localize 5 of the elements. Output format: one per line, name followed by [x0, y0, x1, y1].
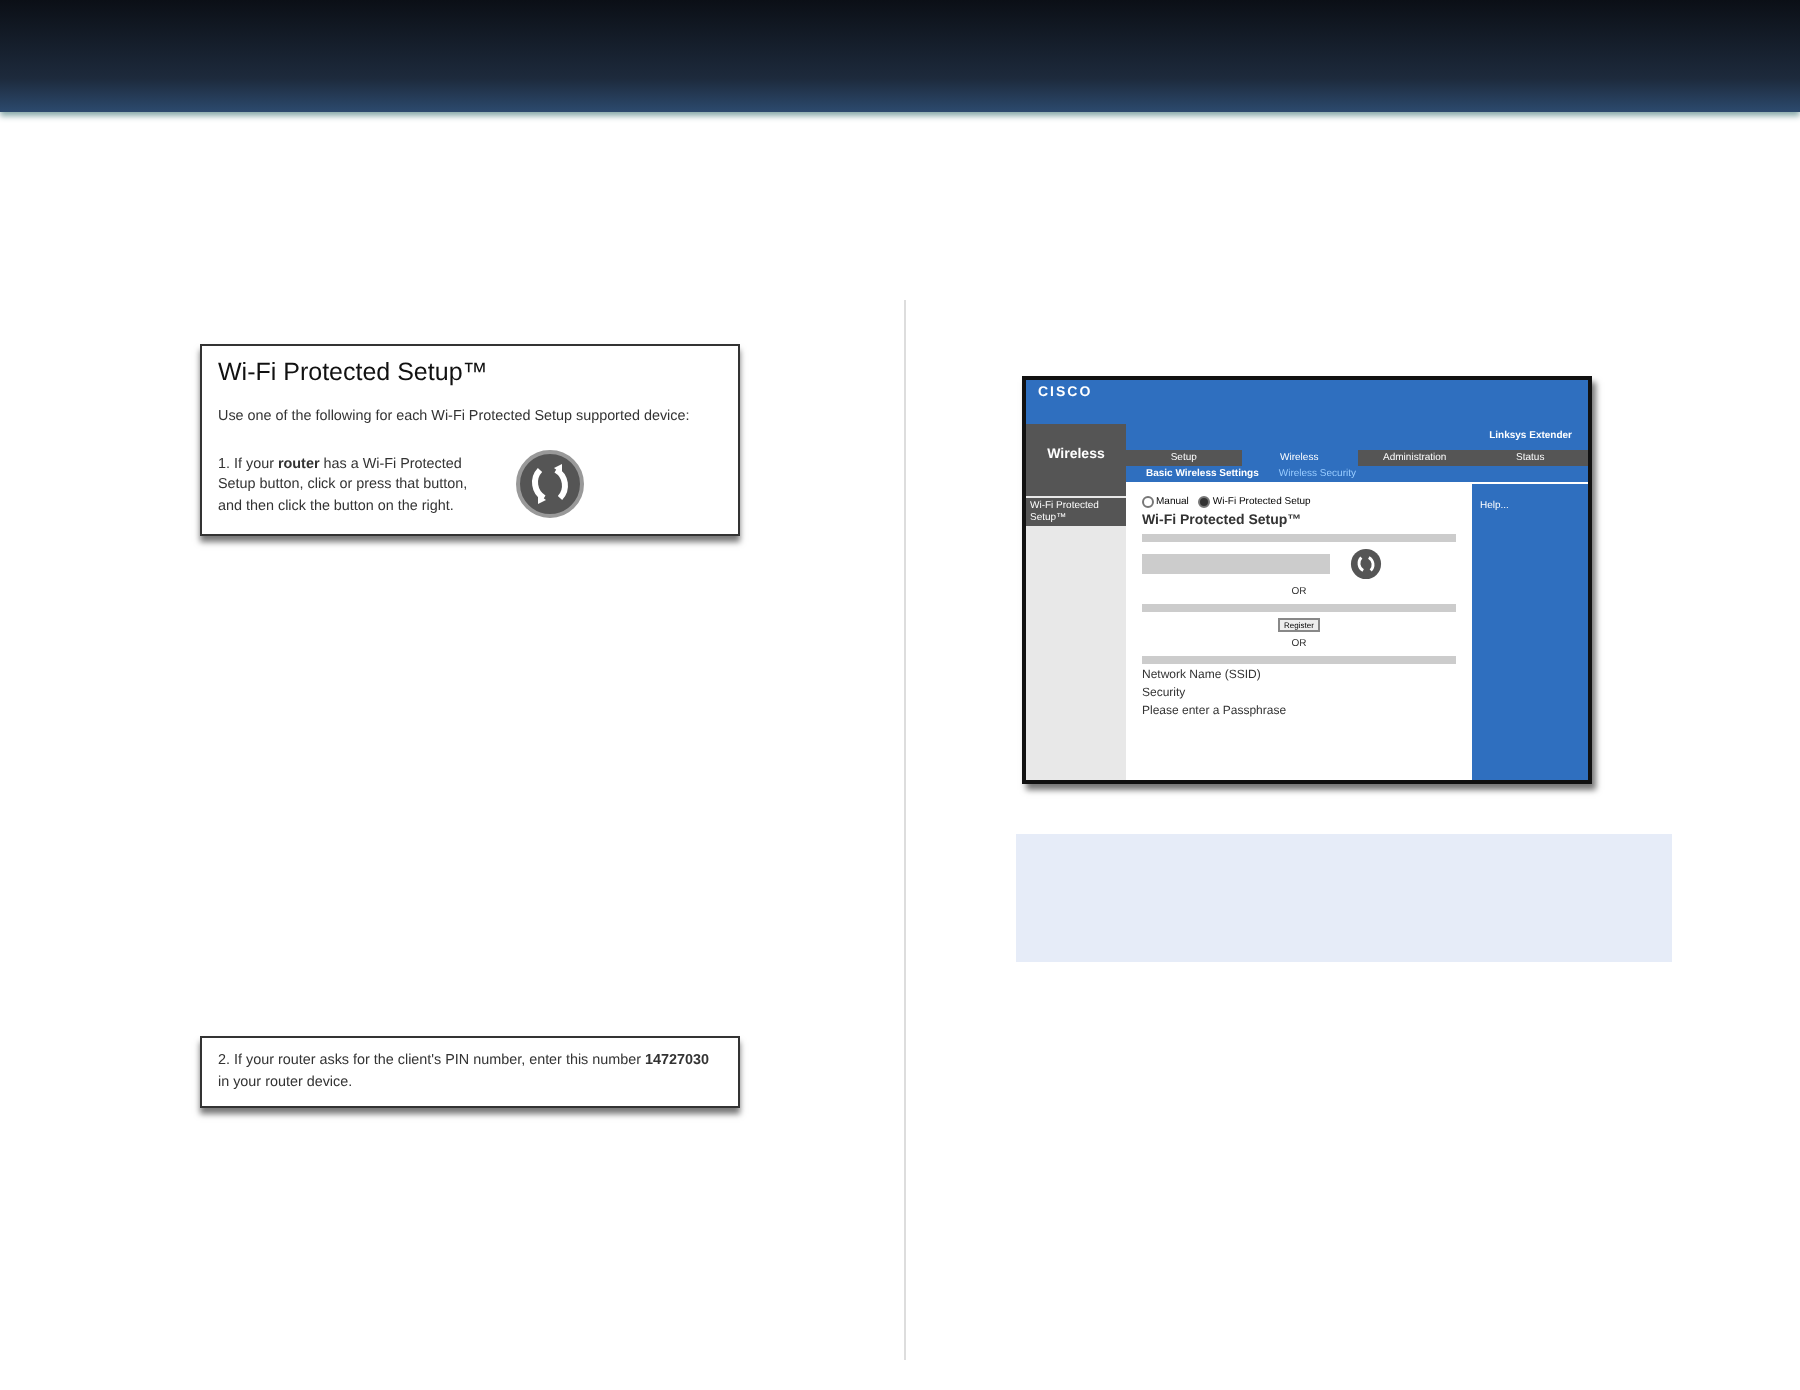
radio-button[interactable] [1142, 496, 1154, 508]
wps-button-icon[interactable] [1350, 548, 1383, 580]
wps-button-icon[interactable] [516, 450, 584, 519]
radio-button[interactable] [1198, 496, 1211, 508]
panel-title: Wi-Fi Protected Setup™ [218, 358, 490, 386]
